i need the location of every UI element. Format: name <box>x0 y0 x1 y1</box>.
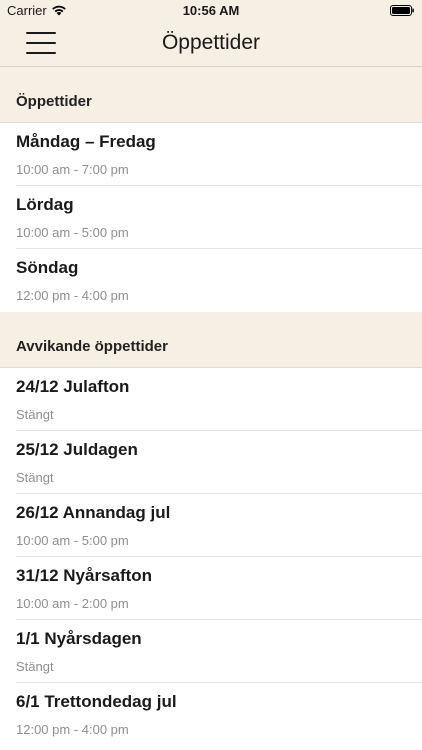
day-label: Måndag – Fredag <box>16 132 156 151</box>
list-item: 31/12 Nyårsafton 10:00 am - 2:00 pm <box>0 557 422 620</box>
day-label: 26/12 Annandag jul <box>16 503 171 522</box>
hours-label: 10:00 am - 5:00 pm <box>16 225 129 240</box>
list-item: 25/12 Juldagen Stängt <box>0 431 422 494</box>
day-label: 31/12 Nyårsafton <box>16 566 153 585</box>
hours-label: 10:00 am - 2:00 pm <box>16 596 129 611</box>
hours-label: Stängt <box>16 470 54 485</box>
day-label: 1/1 Nyårsdagen <box>16 629 142 648</box>
day-label: Söndag <box>16 258 79 277</box>
section-header-label: Avvikande öppettider <box>16 338 168 355</box>
list-item: Söndag 12:00 pm - 4:00 pm <box>0 249 422 312</box>
hours-label: Stängt <box>16 659 54 674</box>
day-label: 25/12 Juldagen <box>16 440 138 459</box>
status-bar: Carrier 10:56 AM <box>0 0 422 22</box>
battery-icon <box>390 5 414 16</box>
hours-label: 10:00 am - 7:00 pm <box>16 162 129 177</box>
day-label: 6/1 Trettondedag jul <box>16 692 177 711</box>
list-item: 26/12 Annandag jul 10:00 am - 5:00 pm <box>0 494 422 557</box>
hours-label: 12:00 pm - 4:00 pm <box>16 722 129 737</box>
section-header-label: Öppettider <box>16 93 92 110</box>
list-item: 6/1 Trettondedag jul 12:00 pm - 4:00 pm <box>0 683 422 746</box>
opening-hours-list: Öppettider Måndag – Fredag 10:00 am - 7:… <box>0 67 422 746</box>
list-item: Lördag 10:00 am - 5:00 pm <box>0 186 422 249</box>
list-item: 1/1 Nyårsdagen Stängt <box>0 620 422 683</box>
day-label: Lördag <box>16 195 74 214</box>
hours-label: Stängt <box>16 407 54 422</box>
day-label: 24/12 Julafton <box>16 377 130 396</box>
page-title: Öppettider <box>161 31 261 54</box>
status-time: 10:56 AM <box>182 3 240 18</box>
hours-label: 10:00 am - 5:00 pm <box>16 533 129 548</box>
section-header-deviating: Avvikande öppettider <box>0 312 422 368</box>
hours-label: 12:00 pm - 4:00 pm <box>16 288 129 303</box>
navigation-bar: Öppettider <box>0 22 422 67</box>
section-header-regular: Öppettider <box>0 67 422 123</box>
list-item: Måndag – Fredag 10:00 am - 7:00 pm <box>0 123 422 186</box>
list-item: 24/12 Julafton Stängt <box>0 368 422 431</box>
